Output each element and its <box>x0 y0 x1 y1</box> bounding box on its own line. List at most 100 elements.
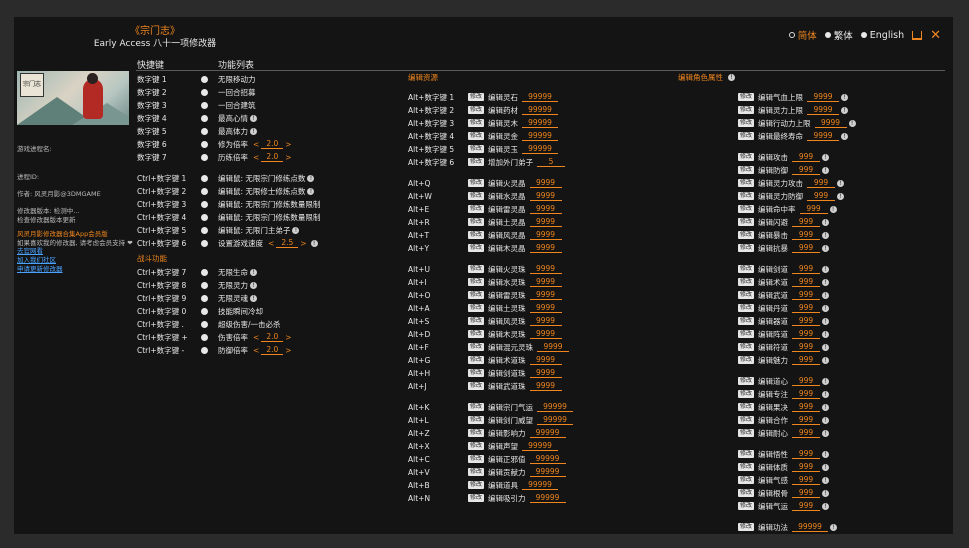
lang-simplified[interactable]: 简体 <box>788 28 817 42</box>
apply-button[interactable]: 修改 <box>468 132 485 140</box>
value-input[interactable]: 999 <box>792 316 821 326</box>
feature-row[interactable]: Alt+Y 修改 编辑木灵晶 9999 <box>408 242 562 254</box>
value-input[interactable]: 99999 <box>522 118 559 128</box>
apply-button[interactable]: 修改 <box>468 93 485 101</box>
apply-button[interactable]: 修改 <box>468 179 485 187</box>
feature-row[interactable]: Alt+W 修改 编辑水灵晶 9999 <box>408 190 562 202</box>
apply-button[interactable]: 修改 <box>468 145 485 153</box>
value-input[interactable]: 999 <box>792 488 821 498</box>
feature-row[interactable]: Ctrl+数字键 6 设置游戏速度 <2.5 >! <box>137 237 318 249</box>
feature-row[interactable]: Alt+H 修改 编辑剑道珠 9999 <box>408 367 562 379</box>
community-link[interactable]: 加入我们社区 <box>17 256 135 265</box>
increase-arrow-icon[interactable]: > <box>283 346 293 355</box>
apply-button[interactable]: 修改 <box>738 132 755 140</box>
apply-button[interactable]: 修改 <box>468 442 485 450</box>
multiplier-value[interactable]: 2.0 <box>261 139 284 149</box>
feature-row[interactable]: 修改 编辑行动力上限 9999! <box>738 117 856 129</box>
apply-button[interactable]: 修改 <box>738 476 755 484</box>
toggle-indicator-icon[interactable] <box>201 320 208 328</box>
request-update-link[interactable]: 申请更新修改器 <box>17 265 135 274</box>
toggle-indicator-icon[interactable] <box>201 333 208 341</box>
multiplier-value[interactable]: 2.0 <box>261 345 284 355</box>
toggle-indicator-icon[interactable] <box>201 294 208 302</box>
toggle-indicator-icon[interactable] <box>201 187 208 195</box>
toggle-indicator-icon[interactable] <box>201 75 208 83</box>
feature-row[interactable]: 修改 编辑符道 999! <box>738 341 830 353</box>
feature-row[interactable]: Ctrl+数字键 0 技能瞬间冷却 <box>137 305 263 317</box>
lang-traditional[interactable]: 繁体 <box>824 28 853 42</box>
value-input[interactable]: 9999 <box>807 105 840 115</box>
value-input[interactable]: 999 <box>807 191 836 201</box>
feature-row[interactable]: 修改 编辑阵道 999! <box>738 328 830 340</box>
apply-button[interactable]: 修改 <box>468 494 485 502</box>
increase-arrow-icon[interactable]: > <box>283 140 293 149</box>
apply-button[interactable]: 修改 <box>738 278 755 286</box>
feature-row[interactable]: 修改 编辑魅力 999! <box>738 354 830 366</box>
feature-row[interactable]: Ctrl+数字键 + 伤害倍率 <2.0 > <box>137 331 294 343</box>
feature-row[interactable]: 修改 编辑专注 999! <box>738 388 830 400</box>
feature-row[interactable]: Alt+D 修改 编辑木灵珠 9999 <box>408 328 562 340</box>
value-input[interactable]: 999 <box>792 230 821 240</box>
toggle-indicator-icon[interactable] <box>201 101 208 109</box>
value-input[interactable]: 999 <box>792 428 821 438</box>
feature-row[interactable]: 修改 编辑攻击 999! <box>738 151 830 163</box>
apply-button[interactable]: 修改 <box>738 192 755 200</box>
apply-button[interactable]: 修改 <box>468 218 485 226</box>
decrease-arrow-icon[interactable]: < <box>251 153 261 162</box>
increase-arrow-icon[interactable]: > <box>283 333 293 342</box>
value-input[interactable]: 9999 <box>529 178 562 188</box>
value-input[interactable]: 999 <box>807 178 836 188</box>
feature-row[interactable]: Alt+数字键 4 修改 编辑灵金 99999 <box>408 130 559 142</box>
feature-row[interactable]: Alt+S 修改 编辑风灵珠 9999 <box>408 315 562 327</box>
feature-row[interactable]: Ctrl+数字键 5 编辑鼠: 无限门主弟子! <box>137 224 300 236</box>
apply-button[interactable]: 修改 <box>468 416 485 424</box>
feature-row[interactable]: Ctrl+数字键 7 无限生命! <box>137 266 257 278</box>
feature-row[interactable]: 数字键 7 历练倍率 <2.0 > <box>137 151 294 163</box>
value-input[interactable]: 999 <box>792 402 821 412</box>
value-input[interactable]: 999 <box>792 462 821 472</box>
feature-row[interactable]: 修改 编辑道心 999! <box>738 375 830 387</box>
apply-button[interactable]: 修改 <box>468 244 485 252</box>
feature-row[interactable]: Alt+数字键 3 修改 编辑灵木 99999 <box>408 117 559 129</box>
feature-row[interactable]: Ctrl+数字键 9 无限灵魂! <box>137 292 257 304</box>
value-input[interactable]: 99999 <box>529 493 566 503</box>
apply-button[interactable]: 修改 <box>738 523 755 531</box>
feature-row[interactable]: 修改 编辑术道 999! <box>738 276 830 288</box>
decrease-arrow-icon[interactable]: < <box>251 346 261 355</box>
value-input[interactable]: 999 <box>792 475 821 485</box>
feature-row[interactable]: Alt+Z 修改 编辑影响力 99999 <box>408 427 566 439</box>
feature-row[interactable]: 修改 编辑剑道 999! <box>738 263 830 275</box>
feature-row[interactable]: Alt+C 修改 编辑正邪值 99999 <box>408 453 566 465</box>
value-input[interactable]: 99999 <box>537 415 574 425</box>
feature-row[interactable]: 修改 编辑灵力上限 9999! <box>738 104 849 116</box>
toggle-indicator-icon[interactable] <box>201 281 208 289</box>
increase-arrow-icon[interactable]: > <box>298 239 308 248</box>
feature-row[interactable]: 修改 编辑合作 999! <box>738 414 830 426</box>
toggle-indicator-icon[interactable] <box>201 174 208 182</box>
value-input[interactable]: 99999 <box>522 105 559 115</box>
promo-link[interactable]: 风灵月影修改器合集App会员版 <box>17 230 135 238</box>
value-input[interactable]: 999 <box>792 277 821 287</box>
apply-button[interactable]: 修改 <box>738 330 755 338</box>
apply-button[interactable]: 修改 <box>738 119 755 127</box>
feature-row[interactable]: Ctrl+数字键 - 防御倍率 <2.0 > <box>137 344 294 356</box>
apply-button[interactable]: 修改 <box>468 343 485 351</box>
feature-row[interactable]: Alt+数字键 2 修改 编辑药材 99999 <box>408 104 559 116</box>
decrease-arrow-icon[interactable]: < <box>251 333 261 342</box>
feature-row[interactable]: 修改 编辑器道 999! <box>738 315 830 327</box>
feature-row[interactable]: 修改 编辑气运 999! <box>738 500 830 512</box>
feature-row[interactable]: 修改 编辑命中率 999! <box>738 203 837 215</box>
apply-button[interactable]: 修改 <box>468 205 485 213</box>
value-input[interactable]: 9999 <box>529 290 562 300</box>
apply-button[interactable]: 修改 <box>468 304 485 312</box>
toggle-indicator-icon[interactable] <box>201 239 208 247</box>
apply-button[interactable]: 修改 <box>468 455 485 463</box>
value-input[interactable]: 9999 <box>529 277 562 287</box>
feature-row[interactable]: 数字键 5 最高体力! <box>137 125 257 137</box>
toggle-indicator-icon[interactable] <box>201 140 208 148</box>
apply-button[interactable]: 修改 <box>738 502 755 510</box>
feature-row[interactable]: Alt+T 修改 编辑风灵晶 9999 <box>408 229 562 241</box>
apply-button[interactable]: 修改 <box>468 158 485 166</box>
feature-row[interactable]: Ctrl+数字键 8 无限灵力! <box>137 279 257 291</box>
minimize-icon[interactable] <box>912 30 923 40</box>
